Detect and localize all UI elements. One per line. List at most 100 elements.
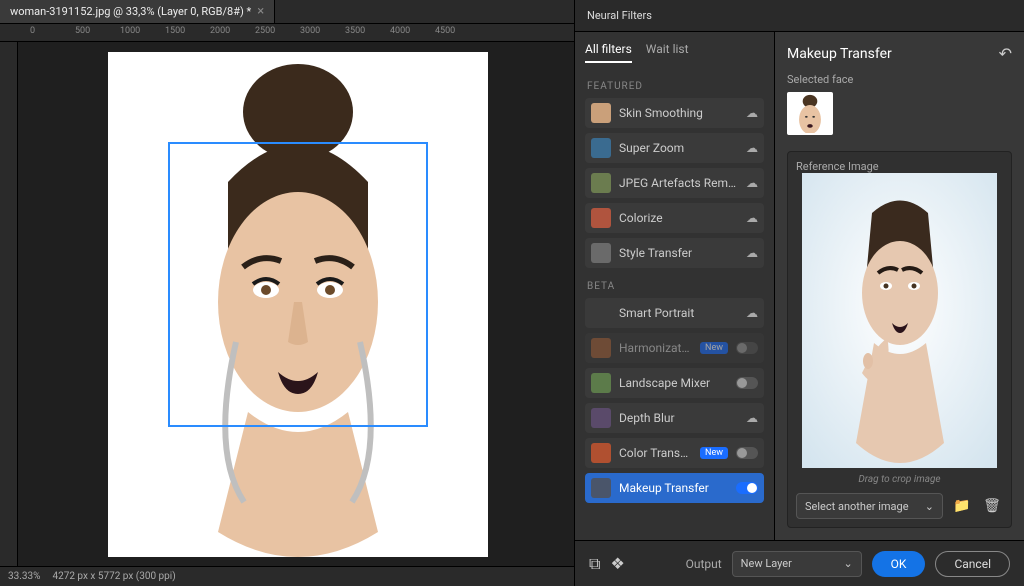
ruler-tick-label: 4500 <box>435 26 455 36</box>
filter-thumb-icon <box>591 103 611 123</box>
section-beta-label: Beta <box>587 281 764 292</box>
filter-list-column: All filters Wait list Featured Skin Smoo… <box>575 32 775 540</box>
status-bar: 33.33% 4272 px x 5772 px (300 ppi) <box>0 566 574 586</box>
filter-super-zoom[interactable]: Super Zoom ☁ <box>585 133 764 163</box>
filter-skin-smoothing[interactable]: Skin Smoothing ☁ <box>585 98 764 128</box>
folder-open-icon[interactable]: 📁 <box>951 495 973 517</box>
filter-tabs: All filters Wait list <box>585 42 764 63</box>
cloud-download-icon[interactable]: ☁ <box>746 211 758 225</box>
ruler-vertical <box>0 42 18 566</box>
viewport[interactable] <box>18 42 574 566</box>
new-badge: New <box>700 342 728 354</box>
filter-toggle[interactable] <box>736 342 758 354</box>
filter-label: Skin Smoothing <box>619 106 738 120</box>
filter-toggle[interactable] <box>736 377 758 389</box>
trash-icon[interactable]: 🗑 <box>981 495 1003 517</box>
panel-body: All filters Wait list Featured Skin Smoo… <box>575 32 1024 540</box>
document-tab[interactable]: woman-3191152.jpg @ 33,3% (Layer 0, RGB/… <box>0 0 275 23</box>
layers-icon[interactable]: ❖ <box>610 554 624 573</box>
ruler-tick-label: 2500 <box>255 26 275 36</box>
filter-label: Depth Blur <box>619 411 738 425</box>
filter-label: Harmonization <box>619 341 692 355</box>
close-icon[interactable]: × <box>257 4 264 19</box>
section-featured-label: Featured <box>587 81 764 92</box>
ruler-tick-label: 2000 <box>210 26 230 36</box>
ruler-tick-label: 0 <box>30 26 35 36</box>
select-another-image-dropdown[interactable]: Select another image ⌄ <box>796 493 943 519</box>
output-label: Output <box>686 557 722 571</box>
ruler-tick-label: 500 <box>75 26 90 36</box>
action-bar: ⧉ ❖ Output New Layer ⌄ OK Cancel <box>575 540 1024 586</box>
filter-details-column: Makeup Transfer ↶ Selected face <box>775 32 1024 540</box>
chevron-down-icon: ⌄ <box>925 500 934 513</box>
reference-portrait <box>802 173 997 468</box>
filter-thumb-icon <box>591 208 611 228</box>
reference-drag-hint: Drag to crop image <box>858 474 940 485</box>
filter-colorize[interactable]: Colorize ☁ <box>585 203 764 233</box>
filter-harmonization[interactable]: Harmonization New <box>585 333 764 363</box>
filter-depth-blur[interactable]: Depth Blur ☁ <box>585 403 764 433</box>
cloud-download-icon[interactable]: ☁ <box>746 411 758 425</box>
filter-thumb-icon <box>591 478 611 498</box>
filter-toggle[interactable] <box>736 482 758 494</box>
status-zoom: 33.33% <box>8 571 40 582</box>
filter-label: Makeup Transfer <box>619 481 728 495</box>
document-tab-title: woman-3191152.jpg @ 33,3% (Layer 0, RGB/… <box>10 5 251 18</box>
filter-thumb-icon <box>591 303 611 323</box>
reference-image[interactable] <box>802 173 997 468</box>
filter-thumb-icon <box>591 243 611 263</box>
filter-jpeg-artefacts[interactable]: JPEG Artefacts Removal ☁ <box>585 168 764 198</box>
output-value: New Layer <box>741 557 792 570</box>
ruler-tick-label: 3000 <box>300 26 320 36</box>
canvas-body <box>0 42 574 566</box>
cloud-download-icon[interactable]: ☁ <box>746 306 758 320</box>
dropdown-label: Select another image <box>805 500 909 513</box>
compare-icon[interactable]: ⧉ <box>589 554 600 574</box>
filter-smart-portrait[interactable]: Smart Portrait ☁ <box>585 298 764 328</box>
face-selection-box[interactable] <box>168 142 428 427</box>
tab-wait-list[interactable]: Wait list <box>646 42 689 63</box>
tab-all-filters[interactable]: All filters <box>585 42 632 63</box>
panel-title: Neural Filters <box>587 9 652 22</box>
filter-landscape-mixer[interactable]: Landscape Mixer <box>585 368 764 398</box>
cloud-download-icon[interactable]: ☁ <box>746 106 758 120</box>
cancel-button[interactable]: Cancel <box>935 551 1010 577</box>
filter-label: Color Transfer <box>619 446 692 460</box>
status-dimensions: 4272 px x 5772 px (300 ppi) <box>52 571 175 582</box>
filter-thumb-icon <box>591 408 611 428</box>
new-badge: New <box>700 447 728 459</box>
reference-controls-row: Select another image ⌄ 📁 🗑 <box>796 493 1003 519</box>
ruler-tick-label: 1000 <box>120 26 140 36</box>
selected-face-thumb[interactable] <box>787 92 833 135</box>
undo-icon[interactable]: ↶ <box>999 44 1012 63</box>
filter-thumb-icon <box>591 443 611 463</box>
filter-thumb-icon <box>591 373 611 393</box>
cloud-download-icon[interactable]: ☁ <box>746 176 758 190</box>
filter-label: Colorize <box>619 211 738 225</box>
chevron-down-icon: ⌄ <box>843 557 852 570</box>
reference-image-section: Reference Image <box>787 151 1012 528</box>
ruler-horizontal: 0 500 1000 1500 2000 2500 3000 3500 4000… <box>0 24 574 42</box>
cloud-download-icon[interactable]: ☁ <box>746 246 758 260</box>
filter-label: Super Zoom <box>619 141 738 155</box>
ruler-tick-label: 3500 <box>345 26 365 36</box>
filter-style-transfer[interactable]: Style Transfer ☁ <box>585 238 764 268</box>
cloud-download-icon[interactable]: ☁ <box>746 141 758 155</box>
app-root: woman-3191152.jpg @ 33,3% (Layer 0, RGB/… <box>0 0 1024 586</box>
filter-makeup-transfer[interactable]: Makeup Transfer <box>585 473 764 503</box>
filter-toggle[interactable] <box>736 447 758 459</box>
panel-header: Neural Filters <box>575 0 1024 32</box>
filter-thumb-icon <box>591 173 611 193</box>
filter-color-transfer[interactable]: Color Transfer New <box>585 438 764 468</box>
filter-thumb-icon <box>591 338 611 358</box>
neural-filters-panel: Neural Filters All filters Wait list Fea… <box>574 0 1024 586</box>
document-image[interactable] <box>108 52 488 557</box>
filter-label: JPEG Artefacts Removal <box>619 176 738 190</box>
selected-face-label: Selected face <box>787 73 1012 86</box>
document-tab-bar: woman-3191152.jpg @ 33,3% (Layer 0, RGB/… <box>0 0 574 24</box>
ok-button[interactable]: OK <box>872 551 926 577</box>
output-dropdown[interactable]: New Layer ⌄ <box>732 551 862 577</box>
face-thumb-icon <box>789 94 831 135</box>
filter-thumb-icon <box>591 138 611 158</box>
details-title: Makeup Transfer <box>787 46 892 62</box>
